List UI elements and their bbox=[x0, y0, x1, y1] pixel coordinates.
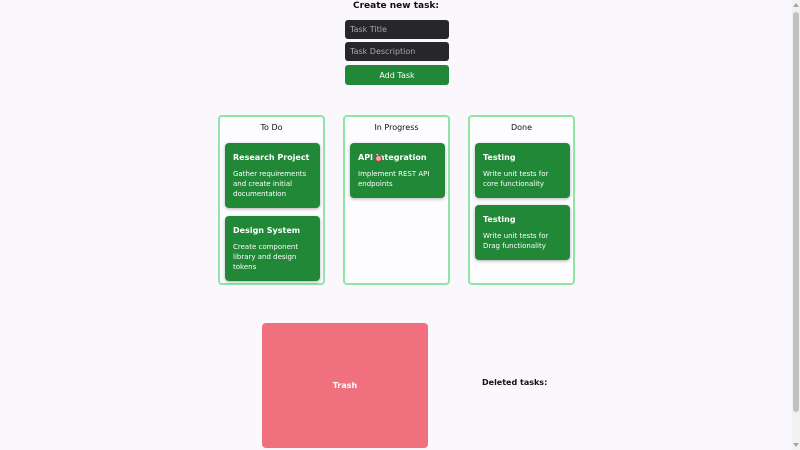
task-title-input[interactable] bbox=[345, 20, 449, 39]
task-card-design-system[interactable]: Design System Create component library a… bbox=[225, 216, 320, 281]
add-task-button[interactable]: Add Task bbox=[345, 65, 449, 85]
column-title: Done bbox=[510, 123, 533, 132]
task-card-title: API Integration bbox=[358, 153, 427, 162]
task-card-description: Implement REST API endpoints bbox=[358, 170, 430, 188]
task-card-testing-core[interactable]: Testing Write unit tests for core functi… bbox=[475, 143, 570, 198]
task-card-title: Research Project bbox=[233, 153, 310, 162]
task-card-description: Write unit tests for Drag functionality bbox=[483, 232, 549, 250]
scrollbar-thumb[interactable] bbox=[793, 12, 799, 412]
task-card-description: Gather requirements and create initial d… bbox=[233, 170, 307, 198]
task-card-title: Testing bbox=[483, 215, 516, 224]
scroll-up-arrow-icon[interactable] bbox=[793, 3, 799, 7]
trash-dropzone[interactable]: Trash bbox=[262, 323, 428, 448]
column-to-do[interactable]: To Do Research Project Gather requiremen… bbox=[218, 115, 325, 285]
task-card-title: Testing bbox=[483, 153, 516, 162]
mouse-cursor-icon bbox=[375, 155, 382, 162]
task-card-research-project[interactable]: Research Project Gather requirements and… bbox=[225, 143, 320, 208]
vertical-scrollbar[interactable] bbox=[792, 0, 800, 450]
task-card-description: Create component library and design toke… bbox=[233, 243, 299, 271]
task-card-title: Design System bbox=[233, 226, 301, 235]
task-description-input[interactable] bbox=[345, 42, 449, 61]
task-card-api-integration[interactable]: API Integration Implement REST API endpo… bbox=[350, 143, 445, 198]
scroll-down-arrow-icon[interactable] bbox=[793, 443, 799, 447]
task-card-testing-drag[interactable]: Testing Write unit tests for Drag functi… bbox=[475, 205, 570, 260]
column-title: In Progress bbox=[374, 123, 419, 132]
deleted-tasks-label: Deleted tasks: bbox=[482, 378, 548, 387]
column-done[interactable]: Done Testing Write unit tests for core f… bbox=[468, 115, 575, 285]
create-task-heading: Create new task: bbox=[352, 1, 440, 11]
column-in-progress[interactable]: In Progress API Integration Implement RE… bbox=[343, 115, 450, 285]
kanban-page: Create new task: Add Task To Do Research… bbox=[0, 0, 792, 450]
column-title: To Do bbox=[260, 123, 283, 132]
task-card-description: Write unit tests for core functionality bbox=[483, 170, 549, 188]
